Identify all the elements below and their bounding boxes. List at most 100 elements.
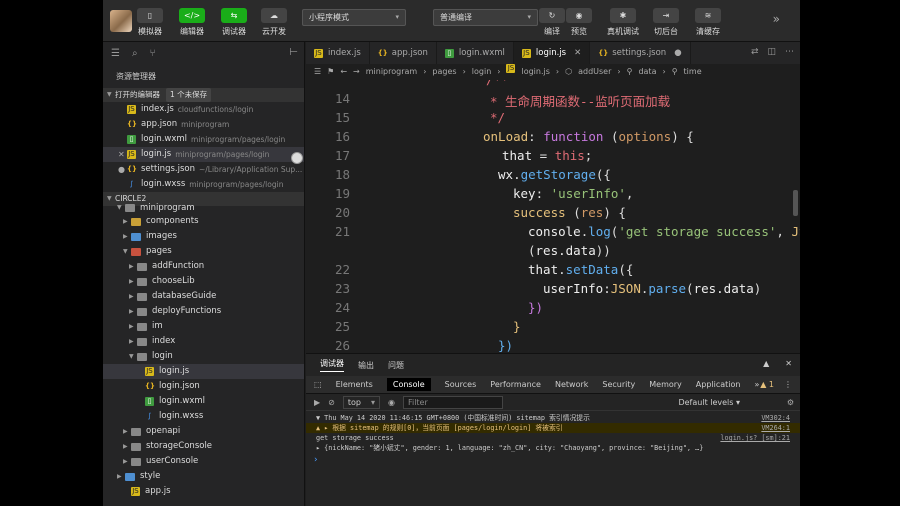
tree-login-wxml[interactable]: ▯ login.wxml [103,394,304,409]
preview-button[interactable]: ◉ 预览 [559,8,599,37]
gear-icon[interactable]: ⚙ [787,398,794,407]
console-prompt[interactable]: › [306,455,800,465]
source-link[interactable]: VM302:4 [761,413,790,423]
tree-style[interactable]: ▶ style [103,469,304,484]
folder-icon [137,277,147,286]
filter-input[interactable]: Filter [402,395,503,409]
menu-icon[interactable]: ⋮ [784,380,792,389]
tree-login[interactable]: ▼ login [103,349,304,364]
source-link[interactable]: VM264:1 [761,423,790,433]
chevron-right-icon: ▶ [123,458,128,465]
tree-miniprogram[interactable]: ▼ miniprogram [103,202,304,214]
open-file-settings-json[interactable]: ● {} settings.json ~/Library/Application… [103,162,304,177]
tab-memory[interactable]: Memory [649,380,682,389]
tree-im[interactable]: ▶ im [103,319,304,334]
open-file-index-js[interactable]: JS index.js cloudfunctions/login [103,102,304,117]
eye-icon[interactable]: ◉ [388,398,395,407]
console-object[interactable]: ▸ {nickName: "猪小斌丈", gender: 1, language… [306,443,800,453]
open-file-app-json[interactable]: {} app.json miniprogram [103,117,304,132]
editor-scrollbar[interactable] [793,190,798,216]
tree-login-json[interactable]: {} login.json [103,379,304,394]
tab-app-json[interactable]: {} app.json [370,42,437,64]
open-editors-header[interactable]: ▼ 打开的编辑器 1 个未保存 [103,88,304,102]
switch-icon: ⇥ [653,8,679,23]
warning-count[interactable]: ▲ 1 [760,380,774,389]
cloud-button[interactable]: ☁ 云开发 [254,8,294,37]
forward-icon[interactable]: → [353,64,360,80]
chevron-down-icon: ▼ [123,248,128,255]
tab-problems[interactable]: 问题 [388,360,404,371]
tab-console[interactable]: Console [386,378,431,391]
tree-addFunction[interactable]: ▶ addFunction [103,259,304,274]
more-tabs-icon[interactable]: » [755,380,760,389]
inspect-icon[interactable]: ⬚ [314,380,322,389]
debug-icon: ⇆ [221,8,247,23]
more-icon[interactable]: » [773,12,780,26]
split-icon[interactable]: ◫ [767,47,776,57]
clear-cache-button[interactable]: ≋ 清缓存 [688,8,728,37]
open-file-login-js[interactable]: ✕ JS login.js miniprogram/pages/login [103,147,304,162]
compare-icon[interactable]: ⇄ [751,47,759,57]
list-icon[interactable]: ☰ [314,64,321,80]
tree-login-wxss[interactable]: ∫ login.wxss [103,409,304,424]
console-filter-bar: ▶ ⊘ top ◉ Filter Default levels ▾ ⚙ [306,394,800,411]
collapse-up-icon[interactable]: ▲ [763,359,769,368]
tab-debugger[interactable]: 调试器 [320,358,344,372]
open-file-login-wxml[interactable]: ▯ login.wxml miniprogram/pages/login [103,132,304,147]
more-icon[interactable]: ⋯ [785,47,794,57]
tab-login-wxml[interactable]: ▯ login.wxml [437,42,514,64]
collapse-icon[interactable]: ⊢ [289,47,298,58]
line-number: 22 [334,262,350,277]
simulator-button[interactable]: ▯ 模拟器 [130,8,170,37]
branch-icon[interactable]: ⑂ [150,48,156,59]
close-icon[interactable]: ✕ [118,147,125,162]
open-file-login-wxss[interactable]: ∫ login.wxss miniprogram/pages/login [103,177,304,192]
tab-security[interactable]: Security [602,380,635,389]
close-icon[interactable]: ✕ [574,42,581,64]
bookmark-icon[interactable]: ⚑ [327,64,334,80]
real-debug-button[interactable]: ✱ 真机调试 [603,8,643,37]
tab-sources[interactable]: Sources [445,380,477,389]
tab-login-js[interactable]: JS login.js ✕ [513,42,591,64]
tree-userConsole[interactable]: ▶ userConsole [103,454,304,469]
tab-performance[interactable]: Performance [490,380,541,389]
tree-login-js[interactable]: JS login.js [103,364,304,379]
folder-icon [131,217,141,226]
context-select[interactable]: top [342,395,380,409]
avatar[interactable] [110,10,132,32]
mode-select[interactable]: 小程序模式 ▾ [302,9,406,26]
play-icon[interactable]: ▶ [314,398,320,407]
tab-settings-json[interactable]: {} settings.json ● [590,42,691,64]
tree-index[interactable]: ▶ index [103,334,304,349]
tree-pages[interactable]: ▼ pages [103,244,304,259]
debugger-button[interactable]: ⇆ 调试器 [214,8,254,37]
tree-chooseLib[interactable]: ▶ chooseLib [103,274,304,289]
tree-app-js[interactable]: JS app.js [103,484,304,499]
compile-select[interactable]: 普通编译 ▾ [433,9,538,26]
tree-components[interactable]: ▶ components [103,214,304,229]
tree-images[interactable]: ▶ images [103,229,304,244]
tab-application[interactable]: Application [696,380,741,389]
tree-openapi[interactable]: ▶ openapi [103,424,304,439]
editor-button[interactable]: </> 编辑器 [172,8,212,37]
background-button[interactable]: ⇥ 切后台 [646,8,686,37]
tab-elements[interactable]: Elements [336,380,373,389]
devtools-top-tabs: 调试器 输出 问题 ▲ ✕ [306,354,800,376]
source-link[interactable]: login.js? [sm]:21 [720,433,790,443]
tab-index-js[interactable]: JS index.js [306,42,370,64]
list-icon[interactable]: ☰ [111,48,120,59]
search-icon[interactable]: ⌕ [132,48,138,59]
tree-databaseGuide[interactable]: ▶ databaseGuide [103,289,304,304]
tab-network[interactable]: Network [555,380,588,389]
tree-deployFunctions[interactable]: ▶ deployFunctions [103,304,304,319]
tab-output[interactable]: 输出 [358,360,374,371]
chevron-right-icon: ▶ [129,323,134,330]
console-warning: ▲ ▸ 根据 sitemap 的规则[0]，当前页面 [pages/login/… [306,423,800,433]
code-editor[interactable]: 14 15 16 17 18 19 20 21 22 23 24 25 26 /… [306,80,800,353]
close-icon[interactable]: ✕ [785,359,792,368]
levels-select[interactable]: Default levels ▾ [678,398,740,407]
block-icon[interactable]: ⊘ [328,398,335,407]
tree-storageConsole[interactable]: ▶ storageConsole [103,439,304,454]
chevron-right-icon: ▶ [123,233,128,240]
back-icon[interactable]: ← [340,64,347,80]
